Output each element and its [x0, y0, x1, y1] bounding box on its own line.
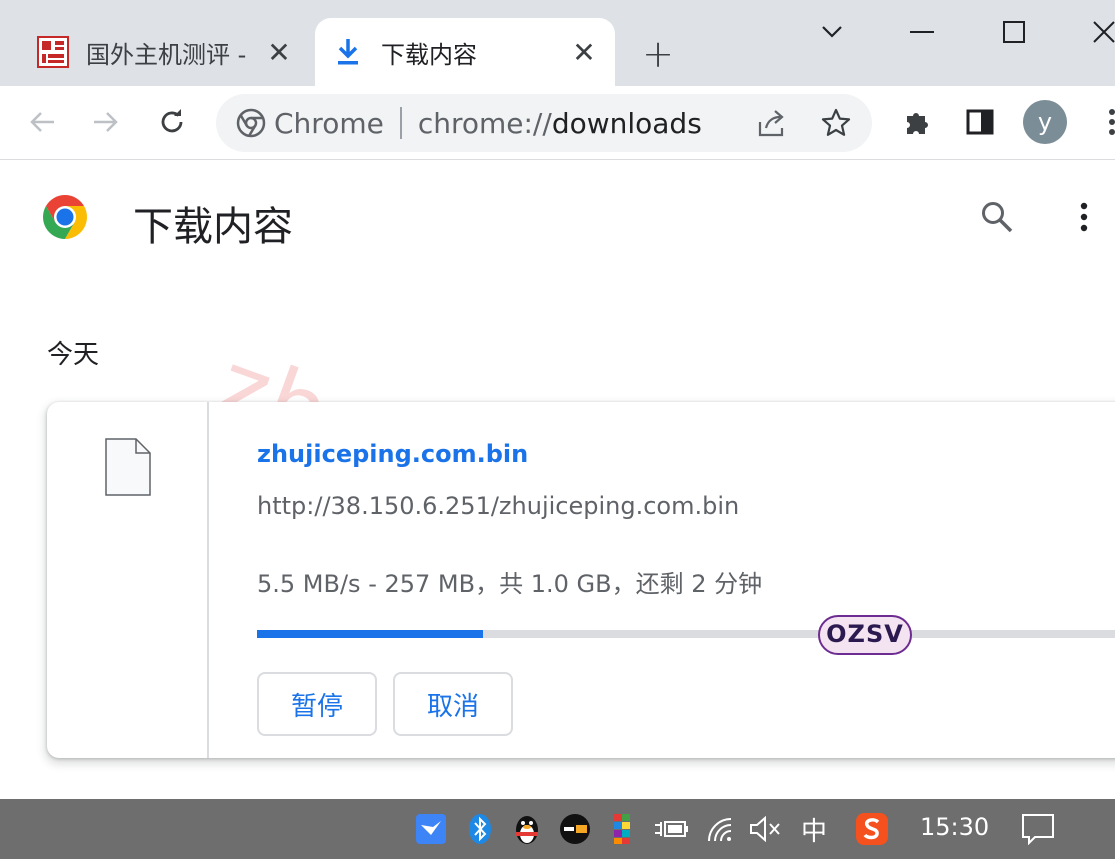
color-grid-icon[interactable]: [610, 809, 634, 849]
browser-window: 国外主机测评 - | ✕ 下载内容 ✕ + Chrome chrome:// d…: [0, 0, 1115, 859]
url-host: downloads: [551, 106, 702, 140]
feishu-bird-icon[interactable]: [414, 809, 448, 849]
side-panel-icon[interactable]: [958, 100, 1002, 144]
page-title: 下载内容: [133, 204, 293, 250]
app-circle-icon[interactable]: [558, 809, 592, 849]
sticker-text: OZSV: [826, 620, 904, 648]
site-label: Chrome: [274, 106, 384, 140]
browser-toolbar: Chrome chrome://downloads y: [0, 86, 1115, 160]
volume-muted-icon[interactable]: [748, 809, 782, 849]
tab-strip: 国外主机测评 - | ✕ 下载内容 ✕ +: [0, 0, 1115, 86]
file-name-link[interactable]: zhujiceping.com.bin: [257, 440, 528, 468]
forward-arrow-icon[interactable]: [84, 100, 128, 144]
share-icon[interactable]: [756, 108, 788, 138]
site-favicon-icon: [36, 35, 70, 69]
minimize-icon[interactable]: [900, 12, 944, 52]
file-source-url[interactable]: http://38.150.6.251/zhujiceping.com.bin: [257, 492, 739, 520]
notification-center-icon[interactable]: [1018, 809, 1058, 849]
address-bar[interactable]: Chrome chrome://downloads: [216, 94, 872, 152]
qq-penguin-icon[interactable]: [510, 809, 544, 849]
sticker-badge: OZSV: [818, 612, 912, 658]
close-tab-icon[interactable]: ✕: [262, 35, 296, 69]
tab-search-chevron-icon[interactable]: [810, 12, 854, 52]
card-divider: [207, 402, 209, 758]
download-progress-bar: [257, 630, 1115, 638]
page-menu-kebab-icon[interactable]: [1080, 202, 1088, 232]
downloads-page: 下载内容 zhujiceping.com 今天 zhujiceping.com.…: [0, 160, 1115, 799]
wifi-icon[interactable]: [704, 809, 738, 849]
browser-menu-kebab-icon[interactable]: [1090, 100, 1115, 144]
tab-zhujiceping[interactable]: 国外主机测评 - | ✕: [20, 18, 310, 86]
download-status: 5.5 MB/s - 257 MB，共 1.0 GB，还剩 2 分钟: [257, 570, 763, 598]
url-scheme: chrome://: [417, 106, 552, 140]
omnibox-separator: [399, 107, 402, 139]
date-section-header: 今天: [47, 340, 100, 370]
pause-button[interactable]: 暂停: [257, 672, 377, 736]
close-window-icon[interactable]: [1082, 12, 1115, 52]
tab-title: 国外主机测评 - |: [86, 40, 251, 69]
back-arrow-icon[interactable]: [20, 100, 64, 144]
chrome-logo-icon: [41, 193, 89, 241]
tab-downloads[interactable]: 下载内容 ✕: [315, 18, 615, 86]
bookmark-star-icon[interactable]: [820, 107, 852, 139]
search-icon[interactable]: [980, 200, 1014, 234]
download-item-card: zhujiceping.com.bin http://38.150.6.251/…: [47, 402, 1115, 758]
taskbar-clock[interactable]: 15:30: [920, 813, 989, 841]
download-icon: [331, 35, 365, 69]
close-tab-icon[interactable]: ✕: [567, 35, 601, 69]
cancel-button[interactable]: 取消: [393, 672, 513, 736]
battery-charging-icon[interactable]: [652, 809, 690, 849]
profile-avatar[interactable]: y: [1023, 100, 1067, 144]
bluetooth-icon[interactable]: [466, 809, 494, 849]
taskbar: 中 15:30: [0, 799, 1115, 859]
download-progress-fill: [257, 630, 484, 638]
extensions-puzzle-icon[interactable]: [895, 100, 939, 144]
sogou-input-icon[interactable]: [854, 809, 890, 849]
new-tab-plus-icon[interactable]: +: [636, 32, 680, 76]
file-icon: [105, 438, 151, 500]
maximize-icon[interactable]: [992, 12, 1036, 52]
ime-language-indicator[interactable]: 中: [798, 809, 830, 849]
tab-title: 下载内容: [381, 40, 477, 69]
reload-icon[interactable]: [150, 100, 194, 144]
chrome-site-icon: [236, 108, 266, 138]
